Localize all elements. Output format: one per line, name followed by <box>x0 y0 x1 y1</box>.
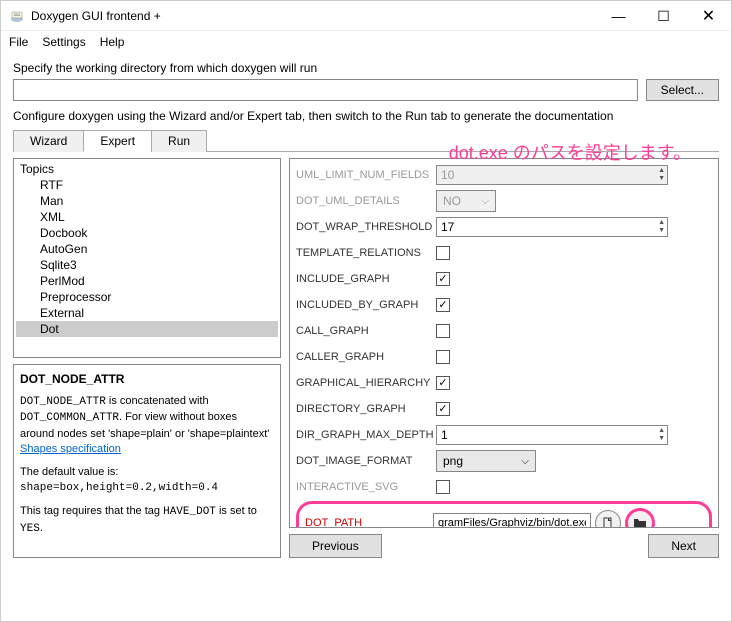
topic-item-perlmod[interactable]: PerlMod <box>16 273 278 289</box>
folder-icon <box>633 517 647 528</box>
select-dir-button[interactable]: Select... <box>646 79 719 101</box>
titlebar: Doxygen GUI frontend + — ☐ ✕ <box>1 1 731 31</box>
chk-interactive-svg[interactable] <box>436 480 450 494</box>
lbl-dot-img-fmt: DOT_IMAGE_FORMAT <box>296 455 436 467</box>
config-instructions: Configure doxygen using the Wizard and/o… <box>13 109 719 123</box>
next-button[interactable]: Next <box>648 534 719 558</box>
lbl-interactive-svg: INTERACTIVE_SVG <box>296 481 436 493</box>
app-icon <box>9 8 25 24</box>
tab-bar: Wizard Expert Run <box>13 129 719 152</box>
chk-graph-hier[interactable]: ✓ <box>436 376 450 390</box>
tab-expert[interactable]: Expert <box>83 130 152 152</box>
lbl-dir-depth: DIR_GRAPH_MAX_DEPTH <box>296 429 436 441</box>
dot-wrap-spinner[interactable]: 17▲▼ <box>436 217 668 237</box>
settings-panel[interactable]: UML_LIMIT_NUM_FIELDS 10▲▼ DOT_UML_DETAIL… <box>289 158 719 528</box>
chk-call-graph[interactable] <box>436 324 450 338</box>
lbl-included-by: INCLUDED_BY_GRAPH <box>296 299 436 311</box>
lbl-include-graph: INCLUDE_GRAPH <box>296 273 436 285</box>
chk-dir-graph[interactable]: ✓ <box>436 402 450 416</box>
lbl-dot-path: DOT_PATH <box>305 517 433 528</box>
lbl-caller-graph: CALLER_GRAPH <box>296 351 436 363</box>
help-title: DOT_NODE_ATTR <box>20 371 274 388</box>
topics-list[interactable]: Topics RTFManXMLDocbookAutoGenSqlite3Per… <box>13 158 281 358</box>
uml-limit-spinner[interactable]: 10▲▼ <box>436 165 668 185</box>
close-button[interactable]: ✕ <box>686 1 731 31</box>
topic-item-external[interactable]: External <box>16 305 278 321</box>
topic-item-xml[interactable]: XML <box>16 209 278 225</box>
chk-template-rel[interactable] <box>436 246 450 260</box>
menu-settings[interactable]: Settings <box>42 35 85 49</box>
dot-path-highlight: DOT_PATH <box>296 501 712 528</box>
menu-file[interactable]: File <box>9 35 28 49</box>
topic-item-preprocessor[interactable]: Preprocessor <box>16 289 278 305</box>
dot-img-fmt-combo[interactable]: png <box>436 450 536 472</box>
lbl-uml-limit: UML_LIMIT_NUM_FIELDS <box>296 169 436 181</box>
lbl-dot-uml-details: DOT_UML_DETAILS <box>296 195 436 207</box>
dot-path-input[interactable] <box>433 513 591 528</box>
lbl-dot-wrap: DOT_WRAP_THRESHOLD <box>296 221 436 233</box>
tab-run[interactable]: Run <box>151 130 207 152</box>
dir-depth-spinner[interactable]: 1▲▼ <box>436 425 668 445</box>
minimize-button[interactable]: — <box>596 1 641 31</box>
lbl-call-graph: CALL_GRAPH <box>296 325 436 337</box>
dot-uml-details-combo[interactable]: NO <box>436 190 496 212</box>
tab-wizard[interactable]: Wizard <box>13 130 84 152</box>
menubar: File Settings Help <box>1 31 731 53</box>
help-panel: DOT_NODE_ATTR DOT_NODE_ATTR is concatena… <box>13 364 281 558</box>
working-dir-input[interactable] <box>13 79 638 101</box>
menu-help[interactable]: Help <box>100 35 125 49</box>
copy-path-button[interactable] <box>595 510 621 528</box>
lbl-graph-hier: GRAPHICAL_HIERARCHY <box>296 377 436 389</box>
chk-included-by[interactable]: ✓ <box>436 298 450 312</box>
topic-item-autogen[interactable]: AutoGen <box>16 241 278 257</box>
browse-path-button[interactable] <box>625 508 655 528</box>
topic-item-rtf[interactable]: RTF <box>16 177 278 193</box>
shapes-link[interactable]: Shapes specification <box>20 443 121 455</box>
previous-button[interactable]: Previous <box>289 534 382 558</box>
topic-item-docbook[interactable]: Docbook <box>16 225 278 241</box>
lbl-dir-graph: DIRECTORY_GRAPH <box>296 403 436 415</box>
maximize-button[interactable]: ☐ <box>641 1 686 31</box>
topic-item-sqlite3[interactable]: Sqlite3 <box>16 257 278 273</box>
topics-title: Topics <box>16 161 278 177</box>
working-dir-label: Specify the working directory from which… <box>13 61 719 75</box>
chk-include-graph[interactable]: ✓ <box>436 272 450 286</box>
topic-item-man[interactable]: Man <box>16 193 278 209</box>
chk-caller-graph[interactable] <box>436 350 450 364</box>
window-title: Doxygen GUI frontend + <box>31 9 596 23</box>
lbl-template-rel: TEMPLATE_RELATIONS <box>296 247 436 259</box>
file-icon <box>602 517 614 528</box>
topic-item-dot[interactable]: Dot <box>16 321 278 337</box>
